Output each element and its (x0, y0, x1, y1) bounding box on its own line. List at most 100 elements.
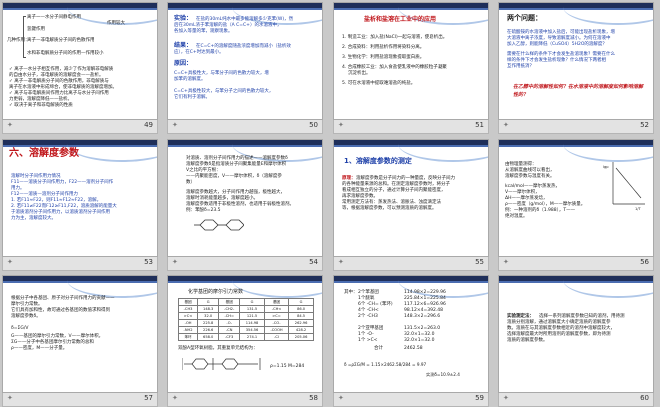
table-cell: -OH (177, 319, 199, 327)
transition-star-icon[interactable]: ✦ (503, 395, 510, 402)
table-cell: -CH= (218, 312, 241, 320)
section-label: 实验： (174, 15, 193, 22)
text-line: 148.3×2=296.6 (404, 314, 441, 319)
slide-footer: ✦ 53 (2, 257, 158, 271)
transition-star-icon[interactable]: ✦ (7, 259, 14, 266)
text-line: 例：苯酚δ=23.5 (186, 208, 221, 213)
slide-title: 化学基团的摩尔引力常数 (188, 289, 244, 295)
transition-star-icon[interactable]: ✦ (7, 395, 14, 402)
slide-number: 59 (475, 394, 484, 402)
table-row: 苯环 658.0 -CF3 274.1 -Cl 205.06 (177, 333, 314, 341)
text-line: 应），在C+时达到最小。 (174, 50, 224, 55)
text-line: 离子一—水分子间静电作用 (27, 15, 81, 20)
slide-canvas: 六、溶解度参数 溶解时分子间作用力情况 F11——溶质分子间作用力，F22——溶… (2, 139, 158, 257)
table-cell: 基团 (177, 298, 199, 306)
table-row: 基团 G 基团 G 基团 G (177, 298, 314, 306)
table-cell: G (239, 298, 265, 306)
transition-star-icon[interactable]: ✦ (338, 259, 345, 266)
table-cell: 262.96 (288, 319, 314, 327)
text-line: 水和非电解质分子间的作用—作用较小 (27, 51, 104, 56)
text-line: 溶解度参数与温度有关。 (505, 174, 555, 179)
table-cell: 基团 (218, 298, 241, 306)
table-cell: >C= (263, 312, 290, 320)
transition-star-icon[interactable]: ✦ (172, 395, 179, 402)
transition-star-icon[interactable]: ✦ (503, 122, 510, 129)
section-label: 结果： (174, 42, 193, 49)
table-cell: 114.98 (239, 319, 265, 327)
text-line: 绝对温度。 (505, 214, 528, 219)
table-cell: -O- (218, 319, 241, 327)
table-cell: -CO- (263, 319, 290, 327)
slide-title: 盐析和盐溶在工业中的应用 (364, 16, 437, 23)
table-cell: 84.5 (288, 312, 314, 320)
table-cell: 354.56 (239, 326, 265, 334)
table-cell: 基团 (263, 298, 290, 306)
table-cell: -CH< (263, 305, 290, 313)
table-cell: -CF3 (218, 333, 241, 341)
slide-number: 54 (309, 258, 318, 266)
decorative-swoosh (232, 276, 322, 298)
text-line: 2462.58 (404, 346, 423, 351)
text-line: 其中： (344, 290, 358, 295)
slide-footer: ✦ 59 (333, 393, 489, 407)
slide-title: 六、溶解度参数 (9, 148, 79, 159)
decorative-swoosh (563, 3, 653, 25)
table-cell: 428.2 (288, 326, 314, 334)
transition-star-icon[interactable]: ✦ (7, 122, 14, 129)
chain-structure-diagram (194, 219, 244, 231)
text-line: 氢键作用 (27, 27, 45, 32)
chart-axis-label: lgp (603, 165, 609, 169)
table-cell: 86.0 (288, 305, 314, 313)
text-line: 溶解度参数δ。 (11, 314, 41, 319)
slide-canvas: 离子一—水分子间静电作用 作用较大 氢键作用 几种作用： 离子—非电解质分子间的… (2, 2, 158, 120)
text-line: 32.0×1=32.0 (404, 338, 435, 343)
slide-footer: ✦ 49 (2, 120, 158, 134)
text-line: 双酚A型环氧树脂，其重复单元结构为： (178, 346, 258, 351)
slide-number: 50 (309, 121, 318, 129)
formula-text: δ=ΣG/V (11, 326, 29, 331)
slide-footer: ✦ 56 (498, 257, 654, 271)
transition-star-icon[interactable]: ✦ (172, 122, 179, 129)
decorative-swoosh (67, 276, 157, 298)
slide-canvas: 实验测定法： 选择一系列溶解度参数已知的溶剂，用待测 溶质分别溶解，通过溶解度大… (498, 275, 654, 393)
slide-canvas: 1、溶解度参数的测定 原理： 溶解度参数是分子间力的一种量度，反映分子间力 的各… (333, 139, 489, 257)
text-line: M=284 (288, 364, 305, 369)
formula-text: δ =ρΣG/M = 1.15×2462.58/284 = 9.97 (344, 362, 427, 367)
table-cell: 274.1 (239, 333, 265, 341)
table-row: -CH3 148.3 -CH2- 131.5 -CH< 86.0 (177, 305, 314, 313)
slide-canvas: 其中： 2个苯基团 114.98×2=229.96 1个醚氧 225.84×1=… (333, 275, 489, 393)
bracket (23, 16, 26, 58)
table-cell: -Cl (263, 333, 290, 341)
table-cell: -NH2 (177, 326, 199, 334)
slide-canvas: 化学基团的摩尔引力常数 基团 G 基团 G 基团 G -CH3 148.3 -C… (167, 275, 323, 393)
slide-number: 52 (640, 121, 649, 129)
table-cell: 225.8 (197, 319, 220, 327)
text-line: 1个 >C< (358, 338, 378, 343)
text-line: ρ=1.15 (270, 364, 287, 369)
text-line: ——内聚能密度，V——摩尔体积，δ（溶解度参 (186, 174, 282, 179)
text-line: 3. 生物化学：利用盐溶现象提取蛋白质。 (342, 55, 425, 60)
slide-canvas: 盐析和盐溶在工业中的应用 1. 制造工业：加入盐(NaCl)一起与溶液，使皂析出… (333, 2, 489, 120)
vapor-pressure-chart (612, 162, 645, 205)
transition-star-icon[interactable]: ✦ (338, 395, 345, 402)
text-line: 它们有利于溶解。 (174, 95, 210, 100)
table-cell: 32.0 (197, 312, 220, 320)
slide-footer: ✦ 58 (167, 393, 323, 407)
transition-star-icon[interactable]: ✦ (172, 259, 179, 266)
transition-star-icon[interactable]: ✦ (338, 122, 345, 129)
transition-star-icon[interactable]: ✦ (503, 259, 510, 266)
slide-number: 58 (309, 394, 318, 402)
slide-number: 56 (640, 258, 649, 266)
text-line: 力为主，溶解度较大。 (11, 216, 56, 221)
slide-footer: ✦ 55 (333, 257, 489, 271)
text-line: ✓ 取决于离子和非电解质的性质 (9, 103, 73, 108)
slide-footer: ✦ 57 (2, 393, 158, 407)
slide-title: 两个问题： (507, 14, 542, 22)
table-cell: 148.3 (197, 305, 220, 313)
table-cell: 121.5 (239, 312, 265, 320)
slide-number: 53 (144, 258, 153, 266)
table-cell: >C< (177, 312, 199, 320)
text-line: 2个 -CH3 (358, 314, 378, 319)
slide-canvas: 由物理量测得： 从溶解度曲线可以看出， 溶解度参数与温度有关。 kcal/mol… (498, 139, 654, 257)
text-line: 互作用抵消？ (507, 64, 534, 69)
